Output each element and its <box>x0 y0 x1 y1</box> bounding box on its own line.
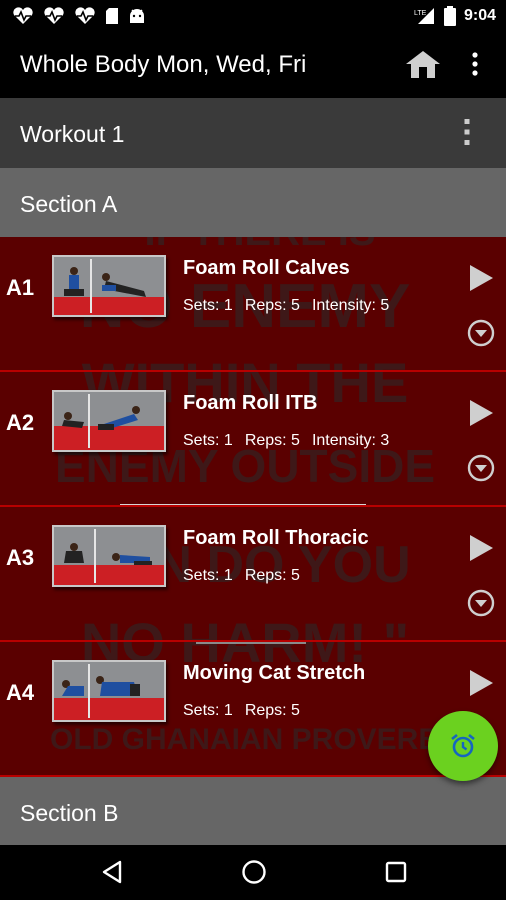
navigation-bar <box>0 845 506 900</box>
section-header-b[interactable]: Section B <box>0 777 506 845</box>
workout-title: Workout 1 <box>20 121 125 147</box>
exercise-id: A3 <box>6 545 35 570</box>
exercise-thumbnail[interactable] <box>52 525 166 587</box>
home-icon[interactable] <box>404 49 442 79</box>
expand-icon[interactable] <box>467 319 495 347</box>
exercise-name: Foam Roll ITB <box>183 392 318 414</box>
play-icon[interactable] <box>467 668 495 698</box>
clock: 9:04 <box>463 7 496 24</box>
reps-label: Reps: 5 <box>244 297 300 314</box>
expand-icon[interactable] <box>467 589 495 617</box>
section-title: Section A <box>20 191 118 217</box>
exercise-id: A4 <box>6 680 35 705</box>
intensity-label: Intensity: 3 <box>311 432 390 449</box>
system-status: LTE 9:04 <box>414 6 496 26</box>
heartbeat-icon <box>44 7 64 25</box>
exercise-name: Foam Roll Thoracic <box>183 527 369 549</box>
reps-label: Reps: 5 <box>244 432 300 449</box>
exercise-name: Moving Cat Stretch <box>183 662 366 684</box>
exercise-id: A1 <box>6 275 35 300</box>
exercise-row[interactable]: A2 Foam Roll ITB Sets: 1 Reps: 5 Intensi… <box>0 372 506 507</box>
heartbeat-icon <box>75 7 95 25</box>
exercise-details: Sets: 1 Reps: 5 Intensity: 5 <box>183 297 389 315</box>
exercise-thumbnail[interactable] <box>52 255 166 317</box>
sets-label: Sets: 1 <box>183 432 233 449</box>
back-icon[interactable] <box>100 859 124 885</box>
exercise-thumbnail[interactable] <box>52 390 166 452</box>
exercise-thumbnail[interactable] <box>52 660 166 722</box>
app-bar: Whole Body Mon, Wed, Fri <box>0 32 506 98</box>
sets-label: Sets: 1 <box>183 702 233 719</box>
play-icon[interactable] <box>467 533 495 563</box>
workout-overflow-menu-icon[interactable] <box>462 118 472 146</box>
notification-icons <box>12 7 146 25</box>
exercise-row[interactable]: A3 Foam Roll Thoracic Sets: 1 Reps: 5 <box>0 507 506 642</box>
network-type: LTE <box>414 10 427 17</box>
battery-icon <box>443 6 456 26</box>
exercise-details: Sets: 1 Reps: 5 <box>183 702 300 720</box>
section-header-a[interactable]: Section A <box>0 168 506 237</box>
exercise-details: Sets: 1 Reps: 5 Intensity: 3 <box>183 432 389 450</box>
exercise-id: A2 <box>6 410 35 435</box>
sets-label: Sets: 1 <box>183 297 233 314</box>
exercise-list: " IF THERE IS NO ENEMY WITHIN THE ENEMY … <box>0 237 506 777</box>
heartbeat-icon <box>13 7 33 25</box>
exercise-details: Sets: 1 Reps: 5 <box>183 567 300 585</box>
play-icon[interactable] <box>467 398 495 428</box>
recents-icon[interactable] <box>385 861 407 883</box>
exercise-row[interactable]: A1 Foam Roll Calves Sets: 1 Reps: 5 Inte… <box>0 237 506 372</box>
play-icon[interactable] <box>467 263 495 293</box>
reps-label: Reps: 5 <box>244 567 300 584</box>
status-bar: LTE 9:04 <box>0 0 506 32</box>
home-circle-icon[interactable] <box>241 859 267 885</box>
reps-label: Reps: 5 <box>244 702 300 719</box>
signal-icon: LTE <box>414 8 434 24</box>
expand-icon[interactable] <box>467 454 495 482</box>
section-title: Section B <box>20 800 119 826</box>
sets-label: Sets: 1 <box>183 567 233 584</box>
android-icon <box>130 9 144 23</box>
intensity-label: Intensity: 5 <box>311 297 390 314</box>
sd-card-icon <box>106 8 118 24</box>
workout-header[interactable]: Workout 1 <box>0 98 506 168</box>
alarm-clock-icon <box>451 733 475 758</box>
overflow-menu-icon[interactable] <box>470 51 480 77</box>
exercise-name: Foam Roll Calves <box>183 257 350 279</box>
app-title: Whole Body Mon, Wed, Fri <box>20 51 307 78</box>
timer-fab-button[interactable] <box>428 711 498 781</box>
